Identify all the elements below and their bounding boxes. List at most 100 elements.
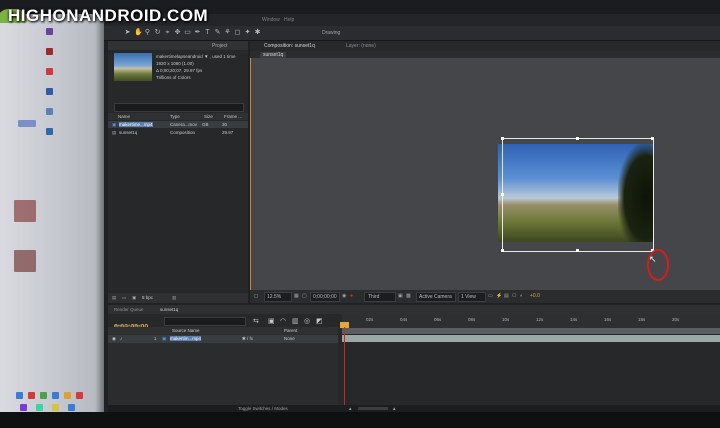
app-icon[interactable]: [14, 200, 36, 222]
timeline-zoom-slider[interactable]: [358, 407, 388, 410]
app-icon[interactable]: [28, 392, 35, 399]
eraser-tool-icon[interactable]: ◻: [234, 29, 241, 36]
layer-bounding-box[interactable]: [501, 137, 654, 252]
project-search-input[interactable]: [114, 103, 244, 112]
tab-layer[interactable]: Layer: (none): [346, 43, 376, 49]
app-icon[interactable]: [52, 404, 59, 411]
motion-blur-icon[interactable]: ◎: [304, 317, 310, 325]
frame-blending-icon[interactable]: ▥: [292, 317, 299, 325]
zoom-in-icon[interactable]: ▲: [392, 406, 396, 411]
layer-duration-bar[interactable]: [342, 335, 720, 342]
bit-depth-button[interactable]: 8 bpc: [142, 295, 153, 300]
hand-tool-icon[interactable]: ✋: [134, 29, 143, 36]
new-folder-icon[interactable]: ▭: [122, 295, 126, 301]
resolution-dropdown[interactable]: Third: [364, 292, 396, 302]
app-icon[interactable]: [68, 404, 75, 411]
tab-timeline-comp[interactable]: sunset1q: [160, 307, 178, 312]
app-icon[interactable]: [16, 392, 23, 399]
app-icon[interactable]: [46, 108, 53, 115]
app-icon[interactable]: [52, 392, 59, 399]
workspace-label[interactable]: Drawing: [322, 30, 340, 36]
column-type[interactable]: Type: [170, 114, 180, 119]
selection-tool-icon[interactable]: ➤: [124, 29, 131, 36]
transform-handle[interactable]: [651, 137, 654, 140]
time-ruler[interactable]: 02s 04s 06s 08s 10s 12s 14s 16s 18s 20s: [342, 314, 720, 328]
column-frame-rate[interactable]: Frame ...: [224, 114, 242, 119]
views-dropdown[interactable]: 1 View: [458, 292, 486, 302]
composition-viewer[interactable]: ↖: [250, 58, 720, 290]
app-icon[interactable]: [14, 250, 36, 272]
transform-handle[interactable]: [501, 249, 504, 252]
app-icon[interactable]: [36, 404, 43, 411]
layer-row[interactable]: ◉ ♪ 1 ▣ makertim...mp4 ✱ / fx None: [108, 335, 338, 343]
visibility-eye-icon[interactable]: ◉: [112, 336, 116, 342]
comp-mini-flowchart-icon[interactable]: ⇆: [253, 317, 259, 325]
camera-tool-icon[interactable]: ⌖: [164, 29, 171, 36]
column-source-name[interactable]: Source Name: [172, 328, 200, 333]
app-icon[interactable]: [46, 28, 53, 35]
project-item-row[interactable]: ▣ makertime...mp4 Canera...mov GB 30: [108, 121, 248, 128]
region-of-interest-icon[interactable]: ▣: [398, 293, 403, 299]
app-icon[interactable]: [46, 68, 53, 75]
app-icon[interactable]: [20, 404, 27, 411]
camera-dropdown[interactable]: Active Camera: [416, 292, 456, 302]
shy-layers-icon[interactable]: ◠: [280, 317, 286, 325]
app-icon[interactable]: [64, 392, 71, 399]
toggle-pixel-aspect-icon[interactable]: ▭: [488, 293, 493, 299]
project-panel-tab[interactable]: Project: [108, 41, 248, 50]
column-parent[interactable]: Parent: [284, 328, 297, 333]
brush-tool-icon[interactable]: ✎: [214, 29, 221, 36]
timeline-icon[interactable]: ▤: [504, 293, 509, 299]
flowchart-icon[interactable]: ⎔: [512, 293, 516, 299]
transform-handle[interactable]: [501, 193, 504, 196]
fast-previews-icon[interactable]: ⚡: [496, 293, 502, 299]
type-tool-icon[interactable]: T: [204, 29, 211, 36]
app-icon[interactable]: [46, 48, 53, 55]
reset-exposure-icon[interactable]: ◐: [520, 293, 523, 299]
pen-tool-icon[interactable]: ✒: [194, 29, 201, 36]
app-icon[interactable]: [18, 120, 36, 127]
pan-behind-tool-icon[interactable]: ✥: [174, 29, 181, 36]
app-icon[interactable]: [76, 392, 83, 399]
layer-switches[interactable]: ✱ / fx: [242, 336, 253, 342]
zoom-out-icon[interactable]: ▲: [348, 406, 352, 411]
new-composition-icon[interactable]: ▣: [132, 295, 136, 301]
menu-item-window[interactable]: Window: [262, 17, 280, 23]
app-icon[interactable]: [46, 88, 53, 95]
transform-handle[interactable]: [501, 137, 504, 140]
transform-handle[interactable]: [576, 137, 579, 140]
column-size[interactable]: Size: [204, 114, 213, 119]
delete-icon[interactable]: ▥: [172, 295, 176, 301]
show-channel-icon[interactable]: ●: [350, 293, 353, 299]
app-icon[interactable]: [40, 392, 47, 399]
transparency-grid-icon[interactable]: ▩: [406, 293, 411, 299]
layer-name[interactable]: makertim...mp4: [170, 336, 202, 341]
clone-tool-icon[interactable]: ⚘: [224, 29, 231, 36]
draft-3d-icon[interactable]: ▣: [268, 317, 275, 325]
snapshot-icon[interactable]: ◉: [342, 293, 346, 299]
toggle-switches-modes-button[interactable]: Toggle Switches / Modes: [238, 406, 288, 411]
transform-handle[interactable]: [576, 249, 579, 252]
project-item-row[interactable]: ▤ sunset1q Composition 29.97: [108, 129, 248, 136]
menu-item-help[interactable]: Help: [284, 17, 294, 23]
mask-tool-icon[interactable]: ▭: [184, 29, 191, 36]
roto-tool-icon[interactable]: ✦: [244, 29, 251, 36]
column-name[interactable]: Name: [118, 114, 130, 119]
tab-render-queue[interactable]: Render Queue: [114, 307, 144, 312]
grid-icon[interactable]: ▦: [294, 293, 299, 299]
app-icon[interactable]: [46, 128, 53, 135]
audio-icon[interactable]: ♪: [120, 336, 122, 341]
interpret-footage-icon[interactable]: ▤: [112, 295, 116, 301]
mask-visibility-icon[interactable]: ▢: [302, 293, 307, 299]
rotate-tool-icon[interactable]: ↻: [154, 29, 161, 36]
graph-editor-icon[interactable]: ◩: [316, 317, 323, 325]
timecode-field[interactable]: 0;00;00;00: [310, 292, 340, 302]
magnification-dropdown[interactable]: 12.5%: [264, 292, 292, 302]
zoom-tool-icon[interactable]: ⚲: [144, 29, 151, 36]
tab-composition[interactable]: Composition: sunset1q: [264, 43, 315, 49]
puppet-tool-icon[interactable]: ✱: [254, 29, 261, 36]
parent-dropdown[interactable]: None: [284, 336, 295, 341]
always-preview-icon[interactable]: ◻: [254, 293, 258, 299]
exposure-value[interactable]: +0.0: [530, 293, 540, 299]
timeline-search-input[interactable]: [164, 317, 246, 326]
